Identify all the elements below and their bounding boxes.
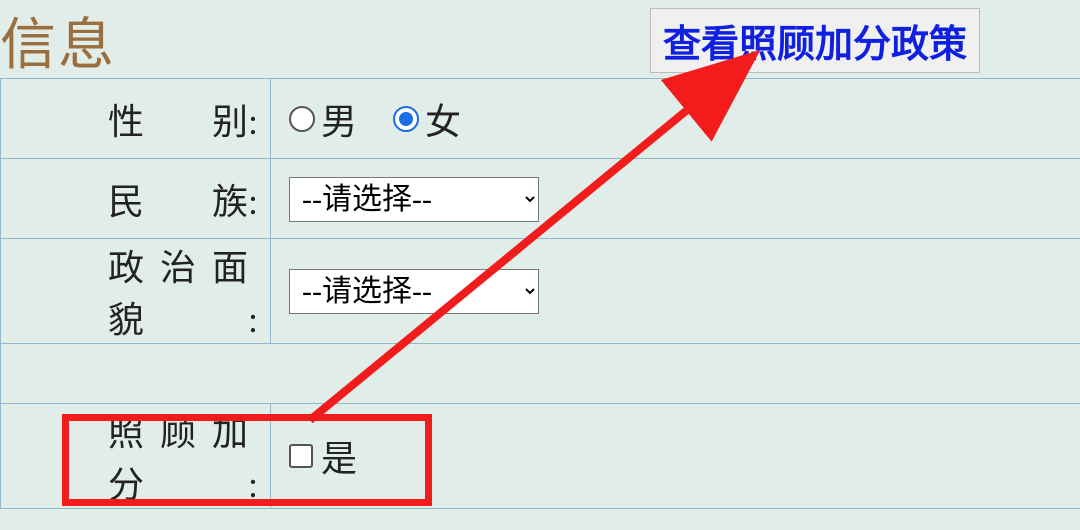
political-label: 政治面貌: bbox=[1, 239, 271, 344]
gender-female-label: 女 bbox=[425, 93, 461, 145]
info-form-table: 性别: 男 女 民族: --请选择-- 政治面貌: bbox=[0, 78, 1080, 509]
gender-value-cell: 男 女 bbox=[271, 79, 1080, 159]
political-row: 政治面貌: --请选择-- bbox=[1, 239, 1080, 344]
radio-icon bbox=[289, 106, 315, 132]
bonus-label: 照顾加分: bbox=[1, 404, 271, 509]
gender-label: 性别: bbox=[1, 79, 271, 159]
bonus-yes-label: 是 bbox=[321, 430, 357, 482]
gender-female-radio[interactable]: 女 bbox=[393, 93, 461, 145]
bonus-checkbox-wrap[interactable]: 是 bbox=[289, 430, 357, 482]
ethnicity-select[interactable]: --请选择-- bbox=[289, 177, 539, 222]
ethnicity-label: 民族: bbox=[1, 159, 271, 239]
gender-male-label: 男 bbox=[321, 93, 357, 145]
ethnicity-row: 民族: --请选择-- bbox=[1, 159, 1080, 239]
bonus-row: 照顾加分: 是 bbox=[1, 404, 1080, 509]
section-heading: 信息 bbox=[0, 0, 116, 81]
gender-row: 性别: 男 女 bbox=[1, 79, 1080, 159]
checkbox-icon bbox=[289, 444, 313, 468]
political-select[interactable]: --请选择-- bbox=[289, 269, 539, 314]
radio-checked-icon bbox=[393, 106, 419, 132]
view-bonus-policy-button[interactable]: 查看照顾加分政策 bbox=[650, 8, 980, 73]
gender-male-radio[interactable]: 男 bbox=[289, 93, 357, 145]
spacer-row bbox=[1, 344, 1080, 404]
